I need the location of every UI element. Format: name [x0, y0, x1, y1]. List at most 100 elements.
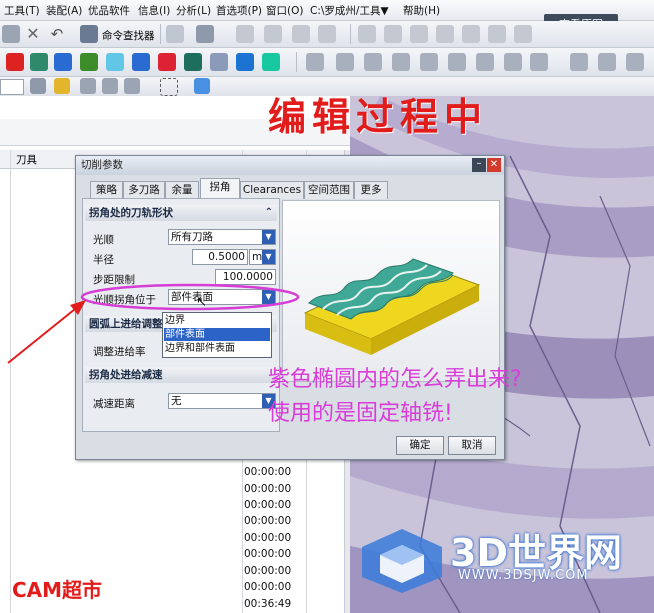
menu-assembly[interactable]: 装配(A)	[46, 3, 82, 18]
gray-tool-icon[interactable]	[476, 53, 494, 71]
geometry-icon[interactable]	[106, 53, 124, 71]
arrow-tool-icon[interactable]	[80, 78, 96, 94]
cancel-button[interactable]: 取消	[448, 436, 496, 455]
brand-annotation: CAM超市	[12, 578, 103, 602]
polyline-tool-icon[interactable]	[384, 25, 402, 43]
gray-tool-icon[interactable]	[392, 53, 410, 71]
tab-corners[interactable]: 拐角	[200, 178, 240, 199]
menu-plugin[interactable]: 优品软件	[88, 3, 130, 18]
snap-icon[interactable]	[196, 25, 214, 43]
menu-tools[interactable]: 工具(T)	[4, 3, 40, 18]
watermark-cube-icon	[362, 529, 442, 593]
arrow-tool-icon[interactable]	[124, 78, 140, 94]
table-cell-time: 00:00:00	[244, 548, 292, 560]
smooth-label: 光顺	[93, 234, 114, 246]
wcs-icon[interactable]	[132, 53, 150, 71]
smooth-select[interactable]: 所有刀路 ▼	[168, 229, 276, 245]
tab-containment[interactable]: 空间范围	[304, 181, 354, 199]
filter-select[interactable]	[0, 79, 24, 95]
menu-analysis[interactable]: 分析(L)	[176, 3, 211, 18]
table-cell-time: 00:00:00	[244, 466, 292, 478]
select-filter-icon[interactable]	[54, 78, 70, 94]
radius-label: 半径	[93, 254, 114, 266]
fillet-tool-icon[interactable]	[462, 25, 480, 43]
verify-icon[interactable]	[236, 53, 254, 71]
toolbar-separator	[296, 52, 297, 72]
undo-icon[interactable]: ↶	[48, 25, 66, 43]
project-curve-icon[interactable]	[514, 25, 532, 43]
gray-tool-icon[interactable]	[626, 53, 644, 71]
dropdown-arrow-icon[interactable]: ▼	[262, 230, 275, 244]
toolbar-separator	[160, 24, 161, 44]
method-icon[interactable]	[158, 53, 176, 71]
column-header-tool[interactable]: 刀具	[16, 152, 37, 167]
program-icon[interactable]	[184, 53, 202, 71]
menu-preferences[interactable]: 首选项(P)	[216, 3, 262, 18]
tab-multiple-passes[interactable]: 多刀路	[123, 181, 165, 199]
extend-tool-icon[interactable]	[488, 25, 506, 43]
tab-clearances[interactable]: Clearances	[240, 181, 304, 199]
slowdown-distance-label: 减速距离	[93, 398, 135, 410]
close-icon[interactable]: ✕	[24, 25, 42, 43]
question-annotation-line-1: 紫色椭圆内的怎么弄出来?	[268, 367, 522, 392]
watermark-url: WWW.3DSJW.COM	[458, 568, 589, 583]
gray-tool-icon[interactable]	[598, 53, 616, 71]
line-tool-icon[interactable]	[358, 25, 376, 43]
close-icon[interactable]: ✕	[487, 158, 501, 172]
folder-icon[interactable]	[2, 25, 20, 43]
ok-button[interactable]: 确定	[396, 436, 444, 455]
headline-annotation: 编辑过程中	[268, 94, 489, 139]
table-cell-time: 00:00:00	[244, 565, 292, 577]
trim-tool-icon[interactable]	[318, 25, 336, 43]
table-cell-time: 00:00:00	[244, 499, 292, 511]
table-cell-time: 00:36:49	[244, 598, 292, 610]
arrow-head-icon	[70, 300, 86, 315]
spline-tool-icon[interactable]	[292, 25, 310, 43]
menu-help[interactable]: 帮助(H)	[403, 3, 440, 18]
gray-tool-icon[interactable]	[420, 53, 438, 71]
section-corner-path-shape[interactable]: 拐角处的刀轨形状 ⌃	[85, 205, 277, 221]
table-cell-time: 00:00:00	[244, 483, 292, 495]
dialog-title: 切削参数	[81, 159, 123, 171]
gray-tool-icon[interactable]	[306, 53, 324, 71]
menu-window[interactable]: 窗口(O)	[266, 3, 303, 18]
settings-gear-icon[interactable]	[530, 53, 548, 71]
radius-input[interactable]: 0.5000	[192, 249, 248, 265]
rectangle-select-icon[interactable]	[160, 78, 178, 96]
smooth-select-value: 所有刀路	[171, 231, 213, 243]
gray-tool-icon[interactable]	[448, 53, 466, 71]
tool-icon[interactable]	[80, 53, 98, 71]
dropdown-arrow-icon[interactable]: ▼	[262, 250, 275, 264]
curve-tool-icon[interactable]	[236, 25, 254, 43]
gray-tool-icon[interactable]	[336, 53, 354, 71]
eraser-icon[interactable]	[166, 25, 184, 43]
menu-info[interactable]: 信息(I)	[138, 3, 170, 18]
refresh-icon[interactable]	[30, 78, 46, 94]
cube-icon[interactable]	[194, 78, 210, 94]
cancel-op-icon[interactable]	[6, 53, 24, 71]
part-icon[interactable]	[54, 53, 72, 71]
gray-tool-icon[interactable]	[570, 53, 588, 71]
command-finder-button[interactable]: 命令查找器	[102, 28, 155, 43]
gray-tool-icon[interactable]	[504, 53, 522, 71]
simulate-icon[interactable]	[210, 53, 228, 71]
gray-tool-icon[interactable]	[364, 53, 382, 71]
menu-custom-tools[interactable]: C:\罗成州/工具▼	[310, 3, 389, 18]
purple-highlight-ellipse	[80, 283, 300, 311]
postprocess-icon[interactable]	[262, 53, 280, 71]
toolbar-separator	[350, 24, 351, 44]
table-cell-time: 00:00:00	[244, 581, 292, 593]
collapse-chevron-icon[interactable]: ⌃	[265, 205, 273, 221]
slowdown-distance-select[interactable]: 无 ▼	[168, 393, 276, 409]
tab-stock[interactable]: 余量	[165, 181, 199, 199]
table-cell-time: 00:00:00	[244, 515, 292, 527]
tab-more[interactable]: 更多	[354, 181, 388, 199]
arc-tool-icon[interactable]	[264, 25, 282, 43]
minimize-icon[interactable]: –	[472, 158, 486, 172]
tab-strategy[interactable]: 策略	[90, 181, 123, 199]
offset-curve-icon[interactable]	[410, 25, 428, 43]
blank-icon[interactable]	[30, 53, 48, 71]
radius-unit-select[interactable]: mm ▼	[249, 249, 276, 265]
polygon-tool-icon[interactable]	[436, 25, 454, 43]
arrow-tool-icon[interactable]	[102, 78, 118, 94]
